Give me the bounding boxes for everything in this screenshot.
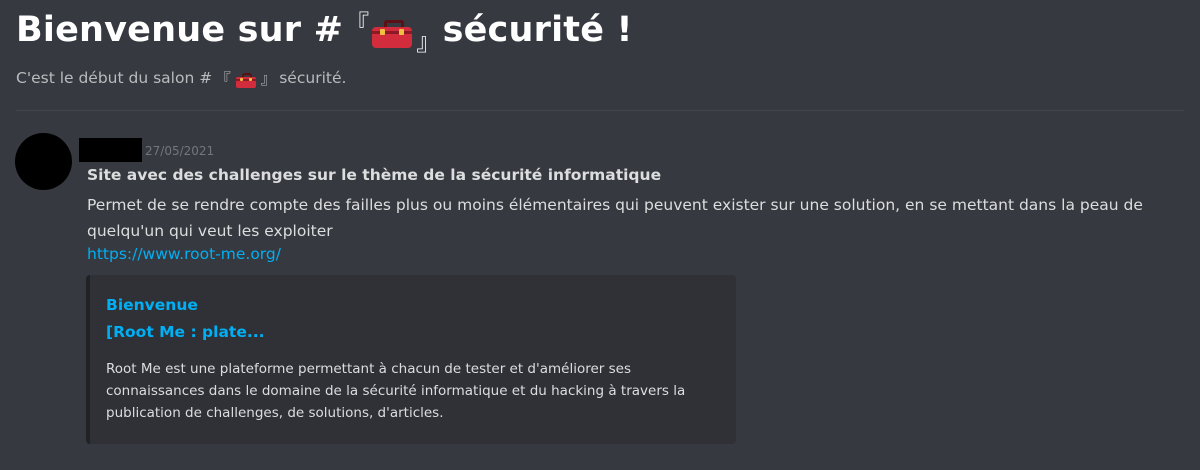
sub-bracket-open: 『 (215, 70, 231, 88)
message-title: Site avec des challenges sur le thème de… (87, 166, 662, 184)
bracket-close: 』 (416, 27, 441, 56)
toolbox-icon (235, 72, 256, 88)
sub-bracket-close: 』 (260, 70, 277, 88)
message-timestamp[interactable]: 27/05/2021 (145, 144, 214, 158)
embed-description: Root Me est une plateforme permettant à … (106, 361, 686, 421)
divider (16, 110, 1184, 111)
username-redacted[interactable] (79, 138, 142, 162)
bracket-open: 『 (345, 9, 370, 38)
avatar[interactable] (15, 133, 72, 190)
sub-channel-name: sécurité. (279, 69, 347, 87)
message-link[interactable]: https://www.root-me.org/ (87, 245, 281, 263)
channel-welcome-title: Bienvenue sur # 『 』 sécurité ! (16, 10, 633, 56)
embed-title[interactable]: [Root Me : plate... (106, 323, 265, 341)
welcome-title-prefix: Bienvenue sur # (16, 10, 344, 50)
toolbox-icon (372, 20, 413, 48)
welcome-sub-prefix: C'est le début du salon # (16, 69, 213, 87)
channel-name: sécurité ! (442, 10, 633, 50)
message-body: Permet de se rendre compte des failles p… (87, 196, 1143, 240)
embed-site-name[interactable]: Bienvenue (106, 296, 198, 314)
link-embed: Bienvenue [Root Me : plate... Root Me es… (86, 275, 736, 444)
chat-view: Bienvenue sur # 『 』 sécurité ! C'est le … (0, 0, 1200, 470)
channel-welcome-subtitle: C'est le début du salon # 『 』 sécurité. (16, 67, 346, 89)
